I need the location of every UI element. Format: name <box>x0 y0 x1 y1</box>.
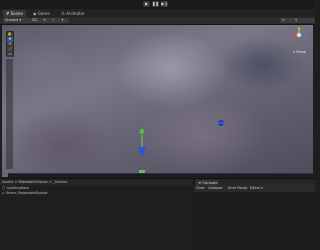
hash-icon: # <box>6 11 10 16</box>
search-icon: ⚲ <box>295 18 298 22</box>
scene-search[interactable]: ⚲ <box>293 18 315 23</box>
tab-animator[interactable]: ⁂ Animator <box>58 10 88 17</box>
gizmos-dropdown[interactable]: ⊙ <box>280 18 294 23</box>
tab-animator-label: Animator <box>66 11 85 16</box>
animator-icon: ⁂ <box>61 11 65 16</box>
scene-objects <box>138 120 224 177</box>
audio-icon: ♪ <box>52 18 55 22</box>
list-item-label: Scene_RotatableSkybox <box>5 191 48 195</box>
tab-game-label: Game <box>37 11 50 16</box>
console-panel: Clear Collapse Error Pause Editor ▾ <box>194 185 315 250</box>
step-button[interactable]: ▶❙ <box>161 1 168 7</box>
scene-view[interactable]: ✋ ✥ ⟳ ⤢ ▭ < Persp <box>2 25 313 177</box>
shading-dropdown[interactable]: Shaded ▾ <box>3 18 31 23</box>
play-toolbar: ▶ ❚❚ ▶❙ <box>0 0 315 9</box>
scene-toolbar: Shaded ▾ 2D ☀ ♪ ✦ ⊙ ⚲ <box>0 17 315 25</box>
gamepad-icon: ◉ <box>33 11 37 16</box>
project-panel: ▢ LightingData ◇ Scene_RotatableSkybox <box>0 185 193 250</box>
chevron-down-icon: ▾ <box>19 18 22 22</box>
list-item[interactable]: ◇ Scene_RotatableSkybox <box>2 191 48 196</box>
editor-label: Editor <box>250 186 261 190</box>
light-icon: ☀ <box>43 18 47 22</box>
effects-icon: ✦ <box>61 18 64 22</box>
tab-scene-label: Scene <box>10 11 23 16</box>
clear-button[interactable]: Clear <box>195 186 206 191</box>
error-pause-button[interactable]: Error Pause <box>227 186 248 191</box>
scene-file-icon: ◇ <box>2 191 5 195</box>
scene-scrollbar[interactable] <box>8 173 313 177</box>
gizmo-icon: ⊙ <box>282 18 285 22</box>
collapse-button[interactable]: Collapse <box>207 186 223 191</box>
selected-object-gizmo[interactable] <box>138 128 146 157</box>
play-button[interactable]: ▶ <box>143 1 150 7</box>
pause-button[interactable]: ❚❚ <box>152 1 159 7</box>
console-toolbar: Clear Collapse Error Pause Editor ▾ <box>194 185 315 192</box>
effects-toggle[interactable]: ✦ <box>59 18 69 23</box>
chevron-down-icon: ▾ <box>261 186 263 190</box>
editor-dropdown[interactable]: Editor ▾ <box>249 186 264 191</box>
light-object-gizmo[interactable] <box>218 120 224 126</box>
list-item-label: LightingData <box>6 186 29 190</box>
tab-game[interactable]: ◉ Game <box>30 10 53 17</box>
tab-scene[interactable]: # Scene <box>3 10 26 17</box>
shading-label: Shaded <box>5 18 19 22</box>
folder-icon: ▢ <box>2 186 6 190</box>
